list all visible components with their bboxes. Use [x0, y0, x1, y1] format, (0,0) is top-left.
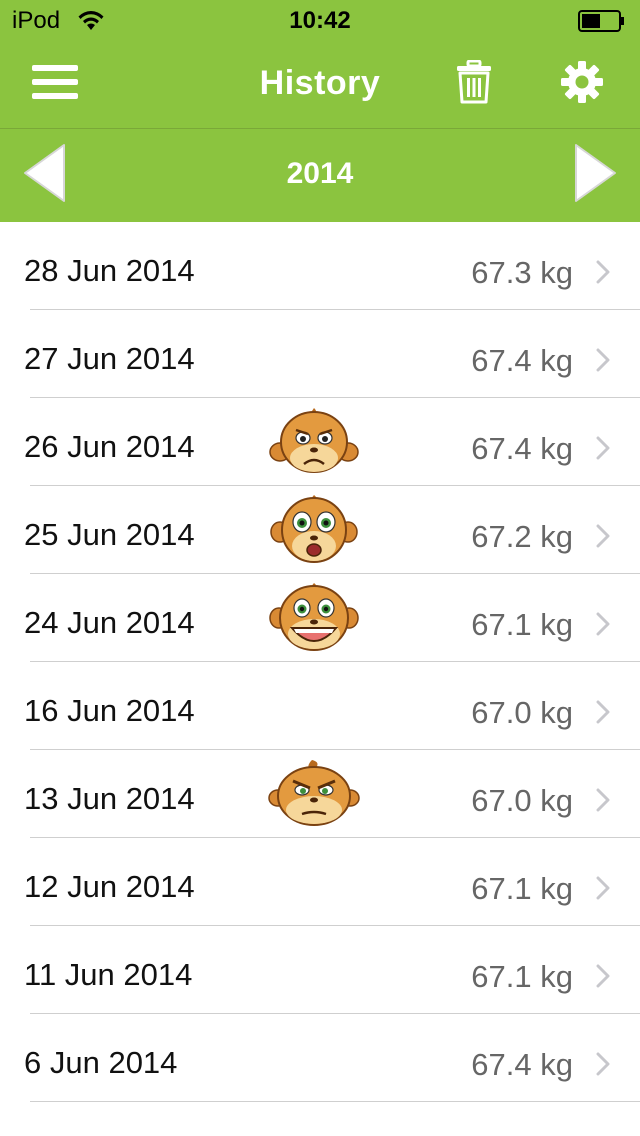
entry-date: 28 Jun 2014	[24, 253, 195, 288]
entry-date: 26 Jun 2014	[24, 429, 195, 464]
list-item[interactable]: 6 Jun 2014 67.4 kg	[0, 1014, 640, 1102]
entry-weight: 67.1 kg	[471, 959, 573, 994]
mood-sad-face-icon	[268, 406, 360, 478]
mood-angry-face-icon	[268, 758, 360, 830]
entry-date: 24 Jun 2014	[24, 605, 195, 640]
chevron-right-icon	[596, 700, 610, 729]
trash-icon	[456, 59, 492, 109]
entry-date: 16 Jun 2014	[24, 693, 195, 728]
entry-weight: 67.0 kg	[471, 783, 573, 818]
entry-weight: 67.1 kg	[471, 607, 573, 642]
chevron-right-icon	[596, 348, 610, 377]
battery-icon	[578, 10, 626, 37]
chevron-right-icon	[596, 524, 610, 553]
navigation-bar: History	[0, 40, 640, 129]
chevron-right-icon	[596, 436, 610, 465]
mood-happy-face-icon	[268, 582, 360, 654]
entry-date: 11 Jun 2014	[24, 957, 193, 992]
entry-weight: 67.0 kg	[471, 695, 573, 730]
entry-weight: 67.4 kg	[471, 343, 573, 378]
gear-icon	[561, 60, 603, 108]
entry-date: 25 Jun 2014	[24, 517, 195, 552]
settings-button[interactable]	[538, 40, 626, 128]
list-item[interactable]: 11 Jun 2014 67.1 kg	[0, 926, 640, 1014]
entry-date: 27 Jun 2014	[24, 341, 195, 376]
chevron-right-icon	[596, 612, 610, 641]
triangle-right-icon	[570, 142, 620, 209]
list-item[interactable]: 25 Jun 2014 67.2 kg	[0, 486, 640, 574]
status-time: 10:42	[289, 7, 351, 34]
entry-date: 13 Jun 2014	[24, 781, 195, 816]
list-item[interactable]: 12 Jun 2014 67.1 kg	[0, 838, 640, 926]
status-bar: iPod 10:42	[0, 0, 640, 40]
list-item[interactable]: 26 Jun 2014 67.4 kg	[0, 398, 640, 486]
history-list: 28 Jun 2014 67.3 kg 27 Jun 2014 67.4 kg 26 J…	[0, 222, 640, 1102]
list-item[interactable]: 27 Jun 2014 67.4 kg	[0, 310, 640, 398]
list-item[interactable]: 24 Jun 2014 67.1 kg	[0, 574, 640, 662]
year-label: 2014	[286, 157, 354, 190]
entry-weight: 67.4 kg	[471, 1047, 573, 1082]
chevron-right-icon	[596, 260, 610, 289]
list-item[interactable]: 16 Jun 2014 67.0 kg	[0, 662, 640, 750]
entry-date: 12 Jun 2014	[24, 869, 195, 904]
chevron-right-icon	[596, 876, 610, 905]
list-item[interactable]: 13 Jun 2014 67.0 kg	[0, 750, 640, 838]
list-item[interactable]: 28 Jun 2014 67.3 kg	[0, 222, 640, 310]
entry-weight: 67.2 kg	[471, 519, 573, 554]
chevron-right-icon	[596, 964, 610, 993]
next-year-button[interactable]	[550, 129, 640, 222]
mood-surprised-face-icon	[268, 494, 360, 566]
entry-date: 6 Jun 2014	[24, 1045, 178, 1080]
entry-weight: 67.3 kg	[471, 255, 573, 290]
entry-weight: 67.4 kg	[471, 431, 573, 466]
chevron-right-icon	[596, 1052, 610, 1081]
year-selector: 2014	[0, 129, 640, 222]
chevron-right-icon	[596, 788, 610, 817]
delete-button[interactable]	[430, 40, 518, 128]
entry-weight: 67.1 kg	[471, 871, 573, 906]
